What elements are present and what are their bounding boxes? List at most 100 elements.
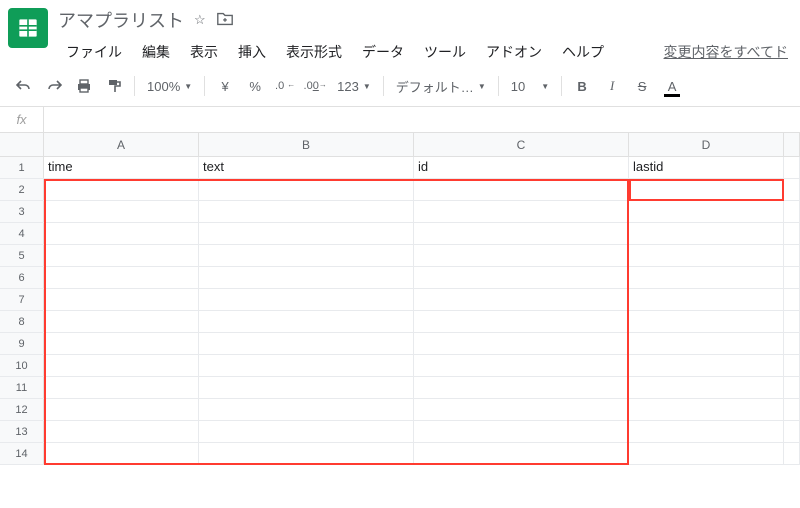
star-icon[interactable]: ☆ — [194, 12, 206, 28]
cell-D1[interactable]: lastid — [629, 157, 784, 178]
cell-D3[interactable] — [629, 201, 784, 222]
cell-C7[interactable] — [414, 289, 629, 310]
cell-E10[interactable] — [784, 355, 800, 376]
cell-E2[interactable] — [784, 179, 800, 200]
cell-C10[interactable] — [414, 355, 629, 376]
cell-B4[interactable] — [199, 223, 414, 244]
format-currency-button[interactable]: ¥ — [211, 72, 239, 100]
cell-C11[interactable] — [414, 377, 629, 398]
move-to-folder-icon[interactable] — [216, 11, 234, 30]
menu-tools[interactable]: ツール — [416, 38, 474, 66]
cell-D6[interactable] — [629, 267, 784, 288]
cell-D4[interactable] — [629, 223, 784, 244]
more-formats-dropdown[interactable]: 123▼ — [331, 72, 377, 100]
changes-saved-link[interactable]: 変更内容をすべてド — [664, 42, 792, 62]
sheets-logo[interactable] — [8, 8, 48, 48]
cell-B13[interactable] — [199, 421, 414, 442]
cell-E3[interactable] — [784, 201, 800, 222]
cell-C6[interactable] — [414, 267, 629, 288]
row-header[interactable]: 3 — [0, 201, 44, 222]
column-header-D[interactable]: D — [629, 133, 784, 156]
cell-B6[interactable] — [199, 267, 414, 288]
cell-A14[interactable] — [44, 443, 199, 464]
cell-B2[interactable] — [199, 179, 414, 200]
cell-A5[interactable] — [44, 245, 199, 266]
menu-edit[interactable]: 編集 — [134, 38, 178, 66]
cell-C9[interactable] — [414, 333, 629, 354]
cell-C14[interactable] — [414, 443, 629, 464]
cell-D2[interactable] — [629, 179, 784, 200]
menu-insert[interactable]: 挿入 — [230, 38, 274, 66]
cell-A4[interactable] — [44, 223, 199, 244]
cell-C8[interactable] — [414, 311, 629, 332]
cell-E11[interactable] — [784, 377, 800, 398]
format-percent-button[interactable]: % — [241, 72, 269, 100]
row-header[interactable]: 11 — [0, 377, 44, 398]
cell-A13[interactable] — [44, 421, 199, 442]
redo-button[interactable] — [40, 72, 68, 100]
cell-E8[interactable] — [784, 311, 800, 332]
cell-C12[interactable] — [414, 399, 629, 420]
formula-input[interactable] — [44, 107, 800, 132]
cell-A12[interactable] — [44, 399, 199, 420]
cell-E1[interactable] — [784, 157, 800, 178]
row-header[interactable]: 10 — [0, 355, 44, 376]
row-header[interactable]: 5 — [0, 245, 44, 266]
cell-D7[interactable] — [629, 289, 784, 310]
zoom-dropdown[interactable]: 100%▼ — [141, 72, 198, 100]
menu-addons[interactable]: アドオン — [478, 38, 550, 66]
cell-B12[interactable] — [199, 399, 414, 420]
cell-B11[interactable] — [199, 377, 414, 398]
cell-B8[interactable] — [199, 311, 414, 332]
cell-B1[interactable]: text — [199, 157, 414, 178]
cell-D10[interactable] — [629, 355, 784, 376]
cell-E9[interactable] — [784, 333, 800, 354]
cell-B14[interactable] — [199, 443, 414, 464]
menu-file[interactable]: ファイル — [58, 38, 130, 66]
font-family-dropdown[interactable]: デフォルト…▼ — [390, 72, 492, 100]
cell-A3[interactable] — [44, 201, 199, 222]
cell-A9[interactable] — [44, 333, 199, 354]
cell-B3[interactable] — [199, 201, 414, 222]
cell-E7[interactable] — [784, 289, 800, 310]
row-header[interactable]: 4 — [0, 223, 44, 244]
cell-D9[interactable] — [629, 333, 784, 354]
cell-C1[interactable]: id — [414, 157, 629, 178]
cell-C13[interactable] — [414, 421, 629, 442]
cell-E4[interactable] — [784, 223, 800, 244]
column-header-A[interactable]: A — [44, 133, 199, 156]
cell-C2[interactable] — [414, 179, 629, 200]
cell-E12[interactable] — [784, 399, 800, 420]
row-header[interactable]: 13 — [0, 421, 44, 442]
row-header[interactable]: 14 — [0, 443, 44, 464]
row-header[interactable]: 12 — [0, 399, 44, 420]
cell-E5[interactable] — [784, 245, 800, 266]
cell-A11[interactable] — [44, 377, 199, 398]
cell-B9[interactable] — [199, 333, 414, 354]
column-header-E[interactable] — [784, 133, 800, 156]
print-button[interactable] — [70, 72, 98, 100]
cell-B5[interactable] — [199, 245, 414, 266]
increase-decimal-button[interactable]: .00→ — [301, 72, 329, 100]
cell-D13[interactable] — [629, 421, 784, 442]
doc-title[interactable]: アマプラリスト — [58, 7, 184, 33]
cell-B7[interactable] — [199, 289, 414, 310]
select-all-corner[interactable] — [0, 133, 44, 156]
cell-C3[interactable] — [414, 201, 629, 222]
cell-A2[interactable] — [44, 179, 199, 200]
cell-D5[interactable] — [629, 245, 784, 266]
row-header[interactable]: 2 — [0, 179, 44, 200]
cell-C5[interactable] — [414, 245, 629, 266]
row-header[interactable]: 6 — [0, 267, 44, 288]
row-header[interactable]: 9 — [0, 333, 44, 354]
undo-button[interactable] — [10, 72, 38, 100]
cell-D8[interactable] — [629, 311, 784, 332]
cell-B10[interactable] — [199, 355, 414, 376]
cell-A1[interactable]: time — [44, 157, 199, 178]
menu-data[interactable]: データ — [354, 38, 412, 66]
cell-C4[interactable] — [414, 223, 629, 244]
row-header[interactable]: 8 — [0, 311, 44, 332]
font-size-dropdown[interactable]: 10▼ — [505, 72, 555, 100]
cell-E13[interactable] — [784, 421, 800, 442]
row-header[interactable]: 1 — [0, 157, 44, 178]
